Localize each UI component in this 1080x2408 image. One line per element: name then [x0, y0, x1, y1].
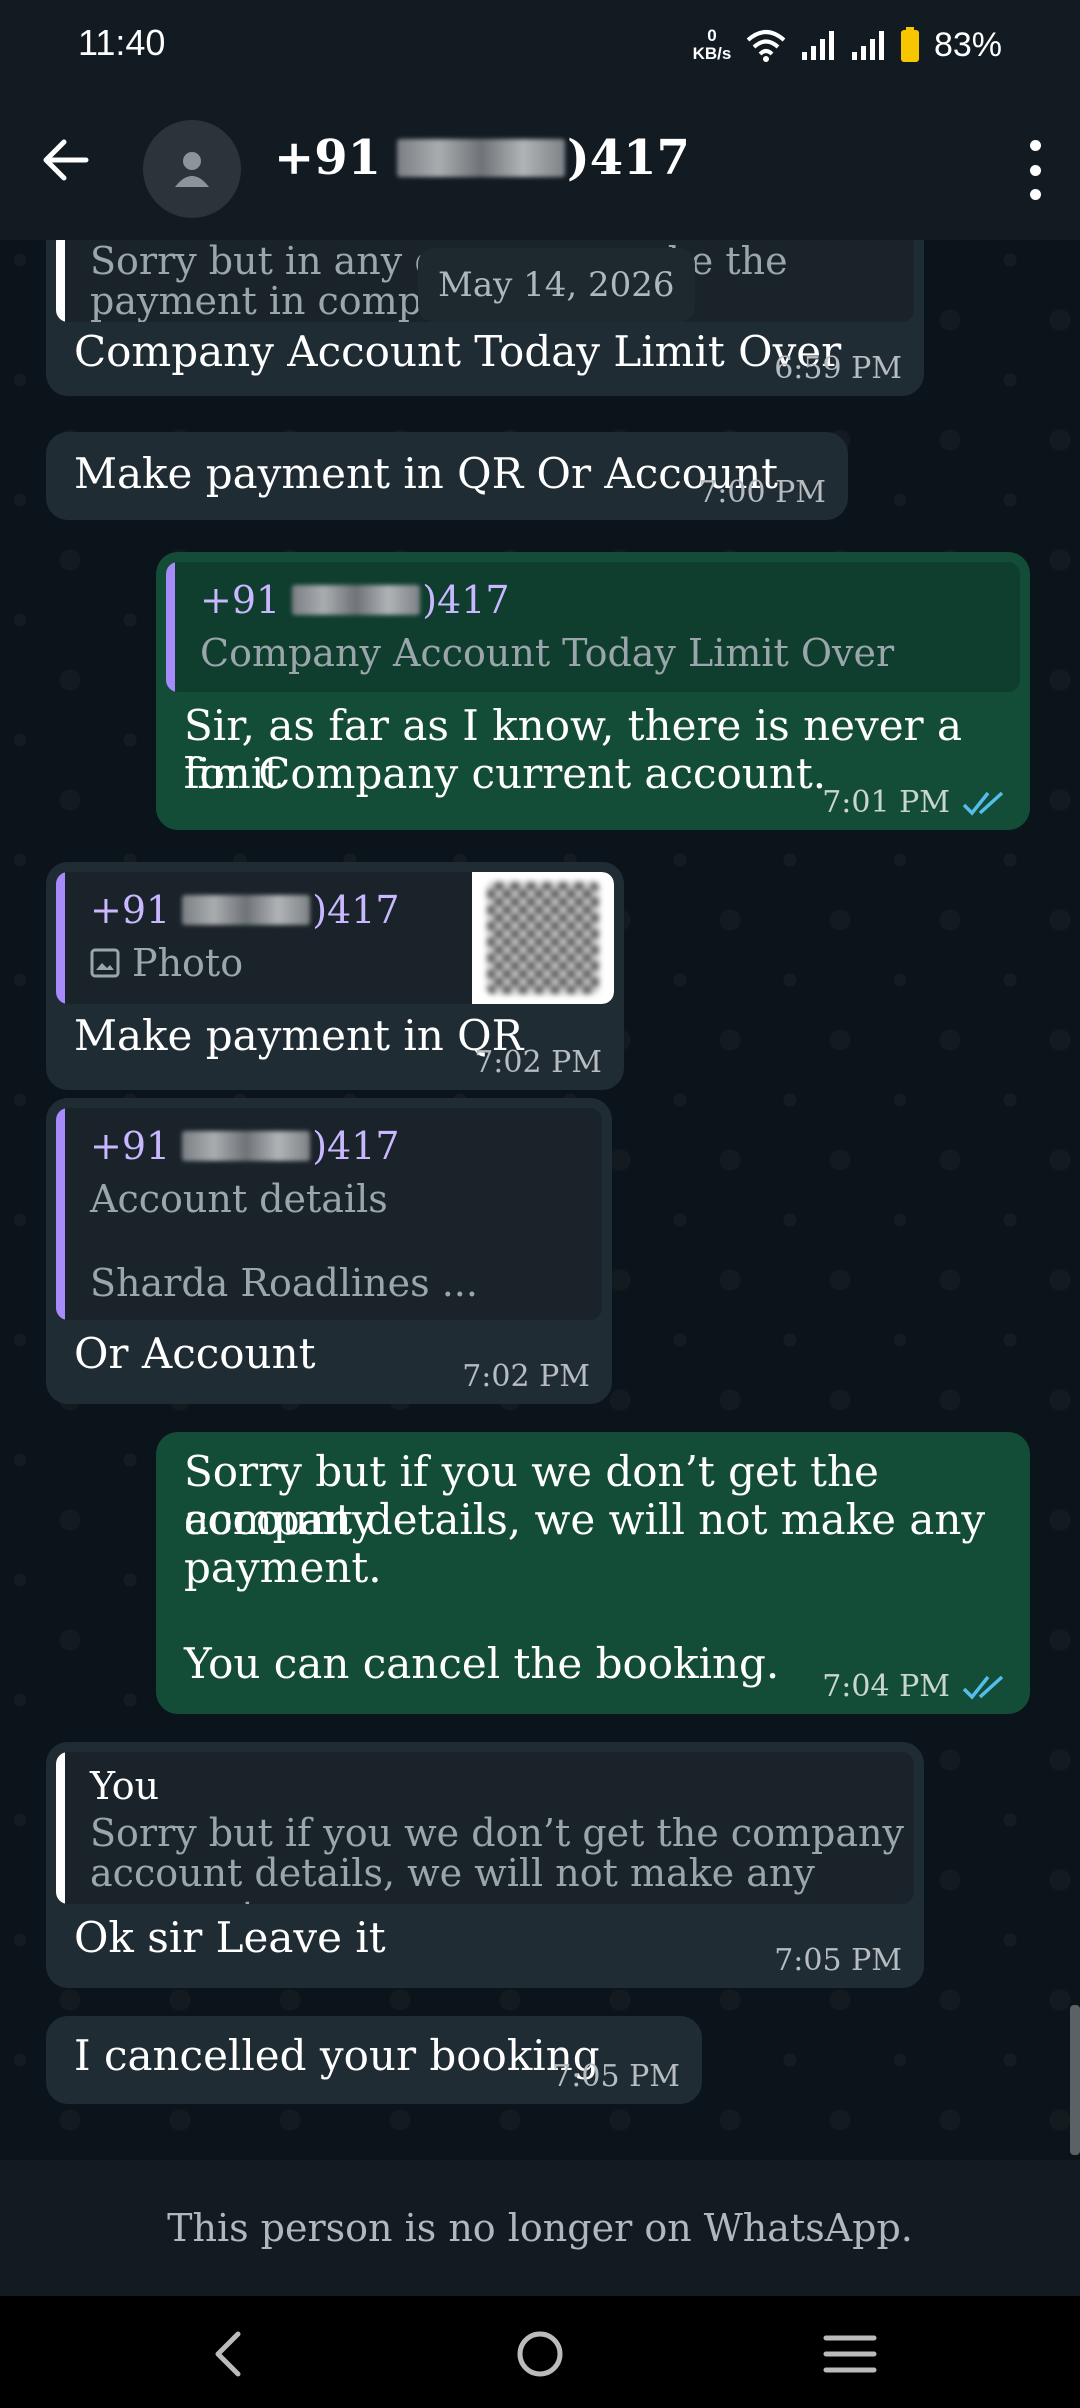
battery-icon [900, 27, 919, 62]
photo-icon [90, 948, 120, 978]
quote-bar [56, 872, 65, 1004]
message-text: Or Account [74, 1329, 316, 1378]
redacted-number [182, 1131, 311, 1161]
status-bar: 11:40 0 KB/s 83% [0, 0, 1080, 90]
message-text: account details, we will not make any [184, 1495, 986, 1544]
message-time: 7:02 PM [474, 1045, 602, 1080]
chat-area[interactable]: Sorry but in any cas ke the payment in co… [0, 240, 1080, 2160]
signal-icon [851, 31, 884, 60]
message-time: 7:05 PM [774, 1943, 902, 1978]
quote-bar [166, 562, 175, 692]
more-options-icon[interactable] [1020, 140, 1050, 200]
quote-sender: +91 )417 [90, 888, 400, 932]
message-bubble-incoming[interactable]: I cancelled your booking 7:05 PM [46, 2016, 702, 2104]
message-text: Make payment in QR [74, 1011, 524, 1060]
message-text: I cancelled your booking [74, 2031, 600, 2080]
quoted-message[interactable]: +91 )417 Company Account Today Limit Ove… [166, 562, 1020, 692]
message-bubble-incoming[interactable]: You Sorry but if you we don’t get the co… [46, 1742, 924, 1988]
battery-percent: 83% [933, 25, 1002, 64]
network-speed: 0 KB/s [692, 26, 732, 63]
message-time: 6:59 PM [774, 351, 902, 386]
message-time: 7:05 PM [552, 2059, 680, 2094]
qr-thumbnail[interactable] [472, 872, 614, 1004]
message-bubble-incoming[interactable]: +91 )417 Account details Sharda Roadline… [46, 1098, 612, 1404]
message-text: Ok sir Leave it [74, 1913, 386, 1962]
avatar[interactable] [143, 120, 241, 218]
message-time: 7:02 PM [462, 1359, 590, 1394]
no-whatsapp-notice: This person is no longer on WhatsApp. [0, 2160, 1080, 2296]
redacted-number [292, 585, 421, 615]
message-bubble-outgoing[interactable]: +91 )417 Company Account Today Limit Ove… [156, 552, 1030, 830]
signal-icon [801, 31, 834, 60]
quoted-message[interactable]: +91 )417 Photo [56, 872, 614, 1004]
quoted-message[interactable]: +91 )417 Account details Sharda Roadline… [56, 1108, 602, 1320]
message-text: Company Account Today Limit Over [74, 327, 842, 376]
scrollbar[interactable] [1070, 2005, 1080, 2155]
person-icon [175, 152, 209, 187]
message-text: payment. [184, 1543, 382, 1592]
message-bubble-outgoing[interactable]: Sorry but if you we don’t get the compan… [156, 1432, 1030, 1714]
date-chip: May 14, 2026 [418, 248, 695, 322]
read-receipt-icon [962, 1675, 1004, 1700]
contact-name[interactable]: +91 )417 [274, 130, 690, 186]
message-time: 7:04 PM [822, 1669, 1008, 1704]
message-text: You can cancel the booking. [184, 1639, 780, 1688]
system-nav-bar [0, 2296, 1080, 2408]
quote-sender: You [90, 1764, 160, 1808]
redacted-number [182, 895, 311, 925]
back-arrow-icon[interactable] [36, 130, 96, 190]
nav-home-icon[interactable] [510, 2326, 570, 2382]
quote-bar [56, 1108, 65, 1320]
status-icons: 0 KB/s 83% [692, 20, 1002, 70]
message-text: Make payment in QR Or Account [74, 449, 779, 498]
message-time: 7:00 PM [698, 475, 826, 510]
status-time: 11:40 [78, 22, 166, 63]
quote-sender: +91 )417 [90, 1124, 400, 1168]
message-text: for Company current account. [184, 749, 827, 798]
quote-bar [56, 240, 65, 322]
nav-back-icon[interactable] [200, 2326, 260, 2382]
message-time: 7:01 PM [822, 785, 1008, 820]
quoted-message[interactable]: You Sorry but if you we don’t get the co… [56, 1752, 914, 1904]
quote-sender: +91 )417 [200, 578, 510, 622]
message-bubble-incoming[interactable]: Make payment in QR Or Account 7:00 PM [46, 432, 848, 520]
chat-header: +91 )417 [0, 90, 1080, 240]
redacted-number [397, 139, 566, 177]
message-bubble-incoming[interactable]: +91 )417 Photo Make payment in QR 7:02 P… [46, 862, 624, 1090]
wifi-icon [746, 30, 786, 62]
read-receipt-icon [962, 791, 1004, 816]
quote-bar [56, 1752, 65, 1904]
nav-recents-icon[interactable] [820, 2326, 880, 2382]
